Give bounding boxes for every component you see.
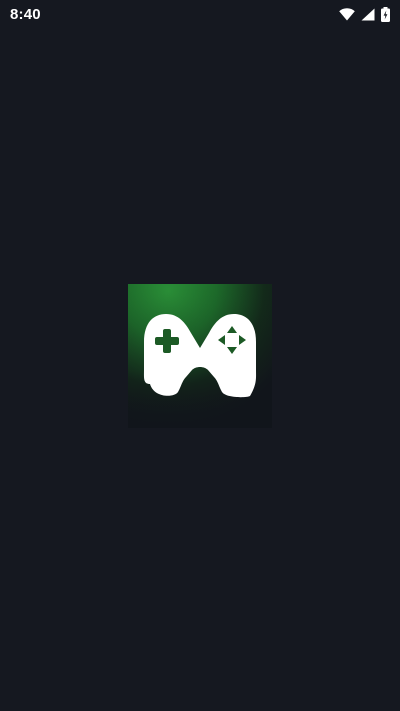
splash-screen: 8:40 [0,0,400,711]
app-logo [128,284,272,428]
cellular-signal-icon [361,8,375,21]
wifi-icon [339,7,355,21]
status-time: 8:40 [10,6,41,23]
status-bar: 8:40 [0,0,400,28]
status-icons [339,6,390,22]
battery-charging-icon [381,6,390,22]
gamepad-m-logo-icon [128,284,272,428]
